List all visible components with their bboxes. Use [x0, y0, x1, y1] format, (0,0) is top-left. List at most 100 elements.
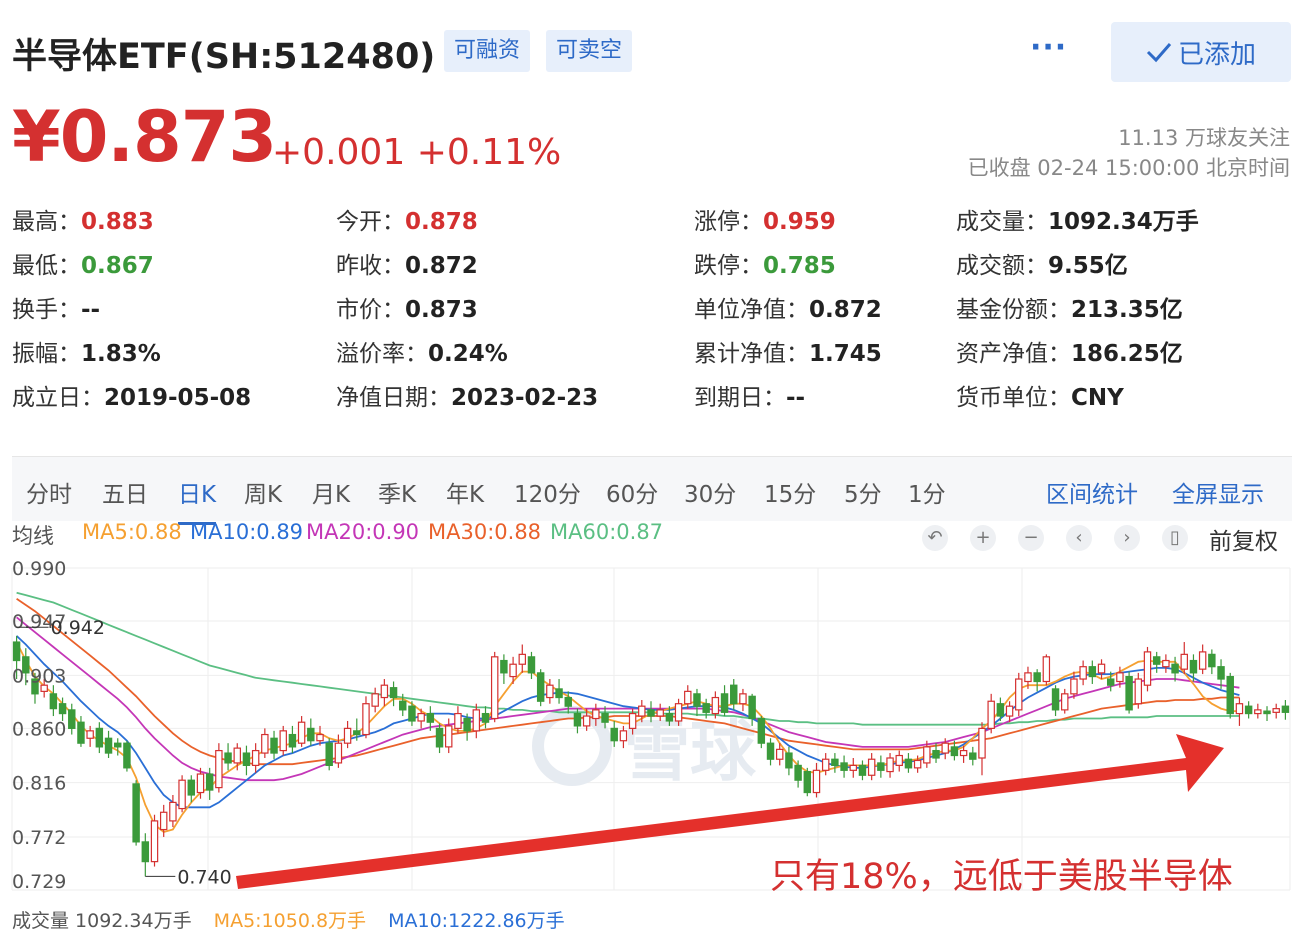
candle-body	[665, 712, 674, 722]
candle-body	[858, 764, 867, 776]
candle-body	[1235, 703, 1244, 715]
added-to-watchlist-button[interactable]: 已添加	[1111, 22, 1291, 82]
prev-icon[interactable]: ‹	[1066, 525, 1092, 551]
short-selling-tag[interactable]: 可卖空	[546, 30, 633, 72]
candle-body	[1244, 705, 1253, 715]
candle-body	[1088, 666, 1097, 678]
tab-12[interactable]: 1分	[908, 475, 946, 509]
candle-body	[877, 762, 885, 771]
tab-10[interactable]: 15分	[764, 475, 816, 509]
candle-body	[1024, 672, 1032, 683]
stat-label: 市价：	[336, 297, 405, 323]
candle-body	[196, 773, 205, 794]
candle-body	[1171, 663, 1179, 674]
stat-item: 最低：0.867	[12, 246, 154, 280]
y-tick-label: 0.772	[12, 827, 66, 849]
tab-2[interactable]: 日K	[178, 475, 217, 525]
candle-body	[307, 727, 315, 742]
stat-label: 最高：	[12, 209, 81, 235]
candle-body	[592, 709, 600, 720]
candle-body	[656, 709, 664, 717]
next-icon[interactable]: ›	[1114, 525, 1140, 551]
stat-item: 涨停：0.959	[694, 202, 836, 236]
candle-body	[12, 641, 21, 662]
candle-body	[867, 758, 876, 776]
tab-4[interactable]: 月K	[312, 475, 350, 509]
candle-body	[205, 773, 214, 791]
candle-body	[426, 712, 435, 723]
candle-body	[1254, 709, 1262, 715]
candle-body	[297, 721, 306, 744]
candle-body	[1070, 678, 1078, 695]
candle-body	[1042, 656, 1051, 683]
candle-body	[821, 758, 830, 771]
candle-body	[913, 759, 922, 769]
candle-body	[555, 688, 563, 699]
candle-body	[178, 779, 186, 810]
tab-3[interactable]: 周K	[244, 475, 282, 509]
zoom-out-icon[interactable]: −	[1018, 525, 1044, 551]
stat-value: 213.35亿	[1071, 297, 1183, 323]
candle-body	[840, 762, 848, 771]
candle-body	[159, 811, 168, 831]
volume-legend: 成交量 1092.34万手 MA5:1050.8万手 MA10:1222.86万…	[12, 906, 565, 933]
tab-1[interactable]: 五日	[102, 475, 148, 509]
candle-body	[601, 712, 609, 723]
stat-label: 净值日期：	[336, 385, 451, 411]
fullscreen-link[interactable]: 全屏显示	[1172, 475, 1264, 509]
stat-value: 0.785	[763, 253, 836, 279]
stat-item: 基金份额：213.35亿	[956, 290, 1183, 324]
candle-body	[270, 737, 278, 754]
candle-body	[1106, 678, 1115, 686]
adjustment-selector[interactable]: 前复权	[1209, 522, 1278, 556]
stat-item: 成立日：2019-05-08	[12, 378, 251, 412]
stat-label: 货币单位：	[956, 385, 1071, 411]
candle-body	[58, 703, 67, 715]
stat-label: 到期日：	[694, 385, 786, 411]
candle-body	[923, 746, 931, 764]
stat-item: 成交量：1092.34万手	[956, 202, 1199, 236]
tab-6[interactable]: 年K	[446, 475, 484, 509]
candle-body	[435, 727, 444, 748]
stat-label: 单位净值：	[694, 297, 809, 323]
candle-body	[766, 742, 775, 760]
stat-value: 1.83%	[81, 341, 161, 367]
stat-label: 涨停：	[694, 209, 763, 235]
candle-body	[1208, 653, 1216, 668]
candle-body	[518, 653, 527, 665]
tab-11[interactable]: 5分	[844, 475, 882, 509]
tab-9[interactable]: 30分	[684, 475, 736, 509]
candle-body	[1061, 693, 1069, 711]
candle-body	[527, 656, 536, 674]
candle-body	[610, 727, 618, 742]
candle-body	[536, 672, 545, 702]
margin-trading-tag[interactable]: 可融资	[444, 30, 531, 72]
candle-body	[49, 693, 58, 710]
chart-period-tabs: 分时 五日 日K 周K 月K 季K 年K 120分 60分 30分 15分 5分 1分 区间统计 全屏显…	[12, 456, 1292, 525]
candle-body	[233, 747, 241, 764]
candle-body	[720, 693, 729, 713]
stat-item: 货币单位：CNY	[956, 378, 1124, 412]
candle-body	[638, 705, 646, 717]
tab-0[interactable]: 分时	[26, 475, 72, 509]
ma-legend-item: MA10:0.89	[190, 520, 304, 544]
candle-icon[interactable]: ▯	[1162, 525, 1188, 551]
candle-body	[1162, 659, 1170, 668]
candle-body	[1015, 678, 1023, 711]
zoom-in-icon[interactable]: +	[970, 525, 996, 551]
stat-label: 基金份额：	[956, 297, 1071, 323]
stat-value: 0.959	[763, 209, 836, 235]
stat-value: 2023-02-23	[451, 385, 599, 411]
more-options-icon[interactable]: ···	[1030, 30, 1067, 65]
candle-body	[895, 754, 903, 766]
stat-value: CNY	[1071, 385, 1124, 411]
undo-icon[interactable]: ↶	[922, 525, 948, 551]
tab-8[interactable]: 60分	[606, 475, 658, 509]
candle-body	[215, 749, 223, 789]
candle-body	[389, 687, 398, 699]
candle-body	[987, 700, 995, 729]
stat-value: --	[786, 385, 806, 411]
tab-7[interactable]: 120分	[514, 475, 581, 509]
tab-5[interactable]: 季K	[378, 475, 416, 509]
interval-stats-link[interactable]: 区间统计	[1046, 475, 1138, 509]
